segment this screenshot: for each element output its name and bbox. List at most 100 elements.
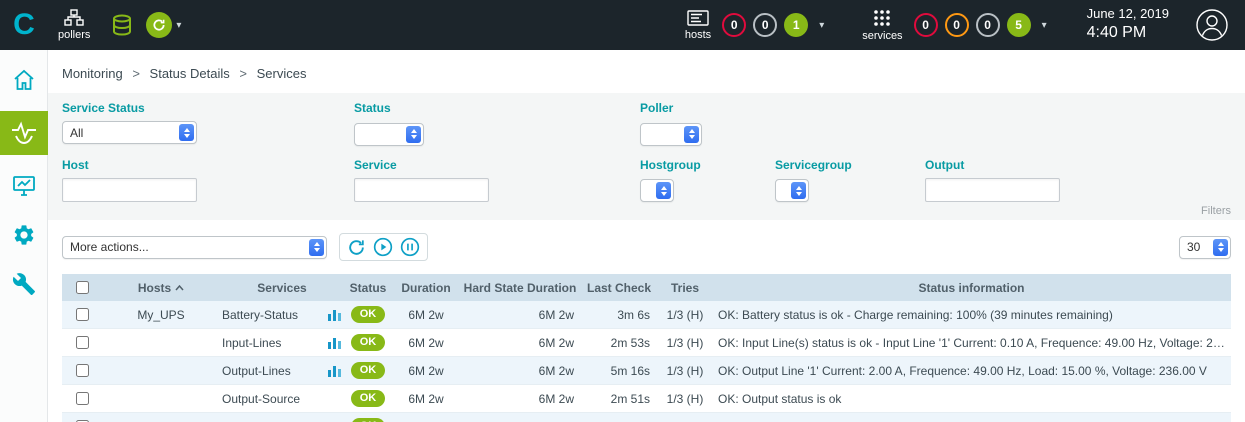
database-status-button[interactable] (110, 13, 134, 37)
user-icon (1195, 8, 1229, 42)
select-all-checkbox[interactable] (76, 281, 89, 294)
play-button[interactable] (373, 237, 393, 257)
pollers-menu[interactable]: pollers (58, 9, 90, 41)
sidebar-item-reporting[interactable] (0, 168, 48, 204)
administration-wrench-icon (12, 272, 36, 296)
chevron-down-icon[interactable]: ▾ (1042, 20, 1047, 31)
sidebar-item-monitoring[interactable] (0, 111, 48, 155)
sidebar-item-home[interactable] (0, 62, 48, 98)
header-status-information[interactable]: Status information (712, 281, 1231, 295)
header-hosts[interactable]: Hosts (102, 281, 220, 295)
more-actions-select[interactable]: More actions... (62, 236, 327, 259)
last-check-cell: 3m 6s (580, 308, 658, 322)
home-icon (12, 68, 36, 92)
breadcrumb-separator: > (132, 66, 140, 81)
services-label: services (862, 30, 902, 42)
poller-select[interactable] (640, 123, 702, 146)
row-checkbox[interactable] (76, 308, 89, 321)
breadcrumb-monitoring[interactable]: Monitoring (62, 66, 123, 81)
header-hard-state-duration[interactable]: Hard State Duration (460, 281, 580, 295)
time-label: 4:40 PM (1087, 23, 1169, 44)
hosts-down-badge[interactable]: 0 (722, 13, 746, 37)
hosts-menu[interactable]: hosts (685, 10, 711, 41)
hard-state-duration-cell: 6M 2w (460, 392, 580, 406)
status-information-cell: OK: Output Line '1' Current: 2.00 A, Fre… (712, 364, 1231, 378)
hosts-up-badge[interactable]: 1 (784, 13, 808, 37)
graph-icon[interactable] (328, 337, 341, 349)
chevron-down-icon[interactable]: ▾ (819, 20, 824, 31)
sort-ascending-icon (175, 285, 184, 291)
service-link[interactable]: Output-Source (222, 392, 300, 406)
output-input[interactable] (925, 178, 1060, 202)
pause-button[interactable] (400, 237, 420, 257)
sidebar-item-configuration[interactable] (0, 217, 48, 253)
status-badge: OK (351, 334, 386, 351)
services-ok-badge[interactable]: 5 (1007, 13, 1031, 37)
duration-cell: 6M 2w (392, 336, 460, 350)
breadcrumb-separator: > (239, 66, 247, 81)
duration-cell: 6M 2w (392, 392, 460, 406)
status-badge: OK (351, 418, 386, 422)
hosts-status-group: hosts 0 0 1 ▾ (681, 10, 824, 41)
services-critical-badge[interactable]: 0 (914, 13, 938, 37)
graph-icon[interactable] (328, 309, 341, 321)
header-duration[interactable]: Duration (392, 281, 460, 295)
header-tries[interactable]: Tries (658, 281, 712, 295)
host-input[interactable] (62, 178, 197, 202)
rows-per-page-select[interactable]: 30 (1179, 236, 1231, 259)
header-status[interactable]: Status (344, 281, 392, 295)
poller-label: Poller (640, 101, 775, 115)
service-link[interactable]: Output-Lines (222, 364, 291, 378)
servicegroup-select[interactable] (775, 179, 809, 202)
breadcrumb-services[interactable]: Services (257, 66, 307, 81)
last-check-cell: 2m 51s (580, 392, 658, 406)
row-checkbox[interactable] (76, 336, 89, 349)
last-check-cell: 2m 53s (580, 336, 658, 350)
user-menu-button[interactable] (1195, 8, 1229, 42)
breadcrumb-status-details[interactable]: Status Details (150, 66, 230, 81)
hostgroup-label: Hostgroup (640, 158, 775, 172)
status-information-cell: OK: Input Line(s) status is ok - Input L… (712, 336, 1231, 350)
hosts-unreachable-badge[interactable]: 0 (753, 13, 777, 37)
pollers-label: pollers (58, 29, 90, 41)
service-status-select[interactable]: All (62, 121, 197, 144)
row-checkbox[interactable] (76, 392, 89, 405)
select-stepper-icon (684, 126, 699, 143)
row-checkbox[interactable] (76, 364, 89, 377)
hard-state-duration-cell: 6M 2w (460, 336, 580, 350)
chevron-down-icon[interactable]: ▾ (176, 20, 181, 31)
graph-icon[interactable] (328, 365, 341, 377)
table-header: Hosts Services Status Duration Hard Stat… (62, 274, 1231, 301)
actions-toolbar: More actions... (48, 220, 1245, 274)
breadcrumb: Monitoring > Status Details > Services (48, 50, 1245, 93)
sidebar (0, 50, 48, 422)
output-label: Output (925, 158, 1231, 172)
status-badge: OK (351, 306, 386, 323)
main-content: Monitoring > Status Details > Services S… (48, 50, 1245, 422)
services-menu[interactable]: services (862, 9, 902, 42)
status-badge: OK (351, 362, 386, 379)
services-icon (873, 9, 891, 27)
status-select[interactable] (354, 123, 424, 146)
table-row: My_UPS Battery-Status OK 6M 2w 6M 2w 3m … (62, 301, 1231, 329)
sidebar-item-administration[interactable] (0, 266, 48, 302)
header-last-check[interactable]: Last Check (580, 281, 658, 295)
host-link[interactable]: My_UPS (137, 308, 184, 322)
refresh-button[interactable] (347, 238, 366, 257)
service-label: Service (354, 158, 640, 172)
service-link[interactable]: Input-Lines (222, 336, 281, 350)
services-unknown-badge[interactable]: 0 (976, 13, 1000, 37)
table-body: My_UPS Battery-Status OK 6M 2w 6M 2w 3m … (62, 301, 1231, 422)
service-link[interactable]: Battery-Status (222, 308, 298, 322)
tries-cell: 1/3 (H) (658, 308, 712, 322)
reporting-icon (12, 174, 36, 198)
services-warning-badge[interactable]: 0 (945, 13, 969, 37)
header-services[interactable]: Services (220, 281, 344, 295)
centreon-logo[interactable]: C (0, 0, 48, 50)
select-stepper-icon (406, 126, 421, 143)
service-input[interactable] (354, 178, 489, 202)
hosts-label: hosts (685, 29, 711, 41)
poller-state-button[interactable]: ▾ (146, 12, 181, 38)
hostgroup-select[interactable] (640, 179, 674, 202)
topbar: C pollers ▾ (0, 0, 1245, 50)
